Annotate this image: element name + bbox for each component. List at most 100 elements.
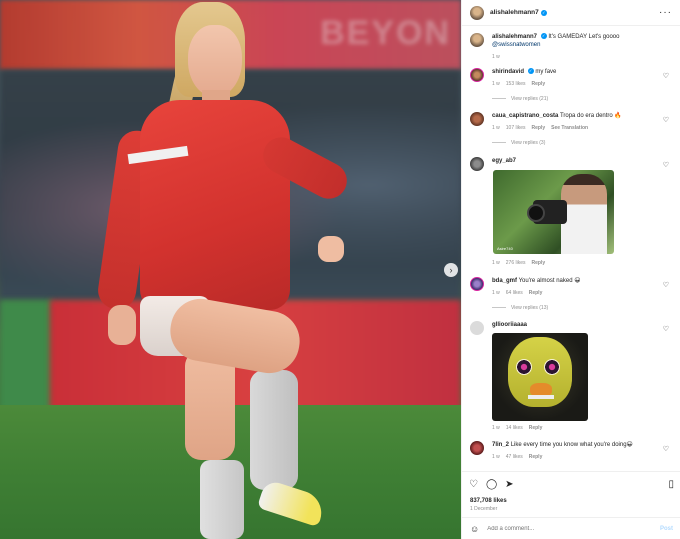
view-replies-button[interactable]: View replies (13) (492, 305, 548, 311)
caption-mention[interactable]: @swissnatwomen (492, 42, 540, 48)
verified-badge-icon: ✓ (540, 9, 547, 16)
avatar[interactable] (470, 157, 484, 171)
comment-time: 1 w (492, 454, 500, 460)
comment-meta: 1 w 64 likes Reply (492, 289, 657, 297)
heart-icon[interactable]: ♡ (663, 445, 669, 453)
left-hand (108, 305, 136, 345)
reply-button[interactable]: Reply (529, 290, 543, 296)
comment-item: bda_gmf You're almost naked 😀 1 w 64 like… (470, 277, 673, 317)
avatar[interactable] (470, 33, 484, 47)
comment-meta-wrap: 1 w 276 likes Reply (492, 259, 657, 267)
comments-list[interactable]: alishalehmann7 ✓ It's GAMEDAY⁠⁠⁠ Let's g… (462, 26, 680, 471)
heart-icon[interactable]: ♡ (663, 161, 669, 169)
reply-button[interactable]: Reply (529, 454, 543, 460)
reply-button[interactable]: Reply (532, 81, 546, 87)
comment-image-animatronic[interactable] (492, 333, 588, 421)
avatar[interactable] (470, 112, 484, 126)
avatar[interactable] (470, 321, 484, 335)
comment-input[interactable] (487, 525, 660, 532)
comment-meta: 1 w 276 likes Reply (492, 259, 657, 267)
share-icon[interactable]: ➤ (505, 479, 513, 490)
caption-text: It's GAMEDAY⁠⁠⁠ Let's goooo (548, 34, 620, 40)
comment-likes[interactable]: 14 likes (506, 425, 523, 431)
player-figure (95, 0, 360, 539)
comment-meta: 1 w 47 likes Reply (492, 453, 657, 461)
image-eye-right (544, 359, 560, 375)
avatar[interactable] (470, 277, 484, 291)
comment-likes[interactable]: 276 likes (506, 260, 526, 266)
ad-board-left (0, 300, 52, 410)
caption-meta: 1 w (492, 53, 657, 61)
reply-button[interactable]: Reply (532, 260, 546, 266)
action-icons: ♡ ◯ ➤ (469, 479, 514, 490)
heart-icon[interactable]: ♡ (469, 479, 478, 490)
comment-item: 7lin_2 Like every time you know what you… (470, 441, 673, 471)
caption-body: alishalehmann7 ✓ It's GAMEDAY⁠⁠⁠ Let's g… (492, 33, 657, 61)
caption: alishalehmann7 ✓ It's GAMEDAY⁠⁠⁠ Let's g… (470, 33, 673, 63)
image-lens (527, 204, 545, 222)
more-options-icon[interactable]: ··· (659, 7, 672, 18)
comment-text: You're almost naked 😀 (518, 278, 581, 284)
avatar[interactable] (470, 441, 484, 455)
comment-likes[interactable]: 47 likes (506, 454, 523, 460)
image-eye-left (516, 359, 532, 375)
post-button[interactable]: Post (660, 526, 673, 532)
comment-body: bda_gmf You're almost naked 😀 1 w 64 like… (492, 277, 657, 297)
comment-username[interactable]: 7lin_2 (492, 442, 509, 448)
reply-button[interactable]: Reply (532, 125, 546, 131)
comment-body: shirindavid ✓ my fave 1 w 153 likes Reply (492, 68, 657, 88)
comment-icon[interactable]: ◯ (486, 479, 497, 490)
left-leg (185, 350, 235, 460)
avatar[interactable] (470, 68, 484, 82)
right-sock (250, 370, 298, 490)
comment-text: Like every time you know what you're doi… (510, 442, 633, 448)
heart-icon[interactable]: ♡ (663, 72, 669, 80)
comment-meta-row: 1 w 276 likes Reply (470, 259, 673, 271)
chevron-right-icon[interactable]: › (444, 263, 458, 277)
post-photo[interactable]: BEYON › (0, 0, 461, 539)
caption-username[interactable]: alishalehmann7 (492, 34, 537, 40)
comment-username[interactable]: shirindavid (492, 69, 524, 75)
verified-badge-icon: ✓ (540, 33, 547, 40)
comment-image-photographer[interactable]: Asire740 (493, 170, 614, 254)
comment-meta: 1 w 14 likes Reply (492, 424, 657, 432)
post-actions: ♡ ◯ ➤ ▯ 837,708 likes 1 December (462, 471, 680, 517)
comment-time: 1 w (492, 425, 500, 431)
heart-icon[interactable]: ♡ (663, 325, 669, 333)
comment-username[interactable]: glliooriiaaaa (492, 322, 527, 328)
avatar[interactable] (470, 5, 484, 20)
image-person (561, 174, 607, 254)
comment-time: 1 w (492, 125, 500, 131)
comment-username[interactable]: egy_ab7 (492, 158, 516, 164)
reply-button[interactable]: Reply (529, 425, 543, 431)
comment-text: my fave (535, 69, 557, 75)
comment-item: caua_capistrano_costa Tropa do era dentr… (470, 112, 673, 152)
right-hand (318, 236, 344, 262)
comment-time: 1 w (492, 260, 500, 266)
jersey (140, 100, 290, 310)
see-translation-button[interactable]: See Translation (551, 125, 588, 131)
comment-meta-row: 1 w 14 likes Reply (470, 424, 673, 436)
comment-username[interactable]: bda_gmf (492, 278, 517, 284)
view-replies-button[interactable]: View replies (21) (492, 96, 548, 102)
emoji-icon[interactable]: ☺ (470, 524, 479, 534)
post-username[interactable]: alishalehmann7 (490, 9, 539, 16)
comment-likes[interactable]: 107 likes (506, 125, 526, 131)
comment-time: 1 w (492, 290, 500, 296)
comment-body: egy_ab7 (492, 157, 657, 165)
image-watermark: Asire740 (497, 246, 513, 251)
comment-meta-wrap: 1 w 14 likes Reply (492, 424, 657, 432)
post-header: alishalehmann7 ✓ ··· (462, 0, 680, 26)
comment-body: 7lin_2 Like every time you know what you… (492, 441, 657, 461)
comment-likes[interactable]: 64 likes (506, 290, 523, 296)
likes-count[interactable]: 837,708 likes (470, 498, 507, 504)
bookmark-icon[interactable]: ▯ (668, 479, 674, 490)
heart-icon[interactable]: ♡ (663, 281, 669, 289)
comment-username[interactable]: caua_capistrano_costa (492, 113, 558, 119)
comment-body: caua_capistrano_costa Tropa do era dentr… (492, 112, 657, 132)
heart-icon[interactable]: ♡ (663, 116, 669, 124)
left-sock (200, 460, 244, 539)
view-replies-button[interactable]: View replies (3) (492, 140, 545, 146)
comment-item: shirindavid ✓ my fave 1 w 153 likes Reply … (470, 68, 673, 108)
comment-likes[interactable]: 153 likes (506, 81, 526, 87)
